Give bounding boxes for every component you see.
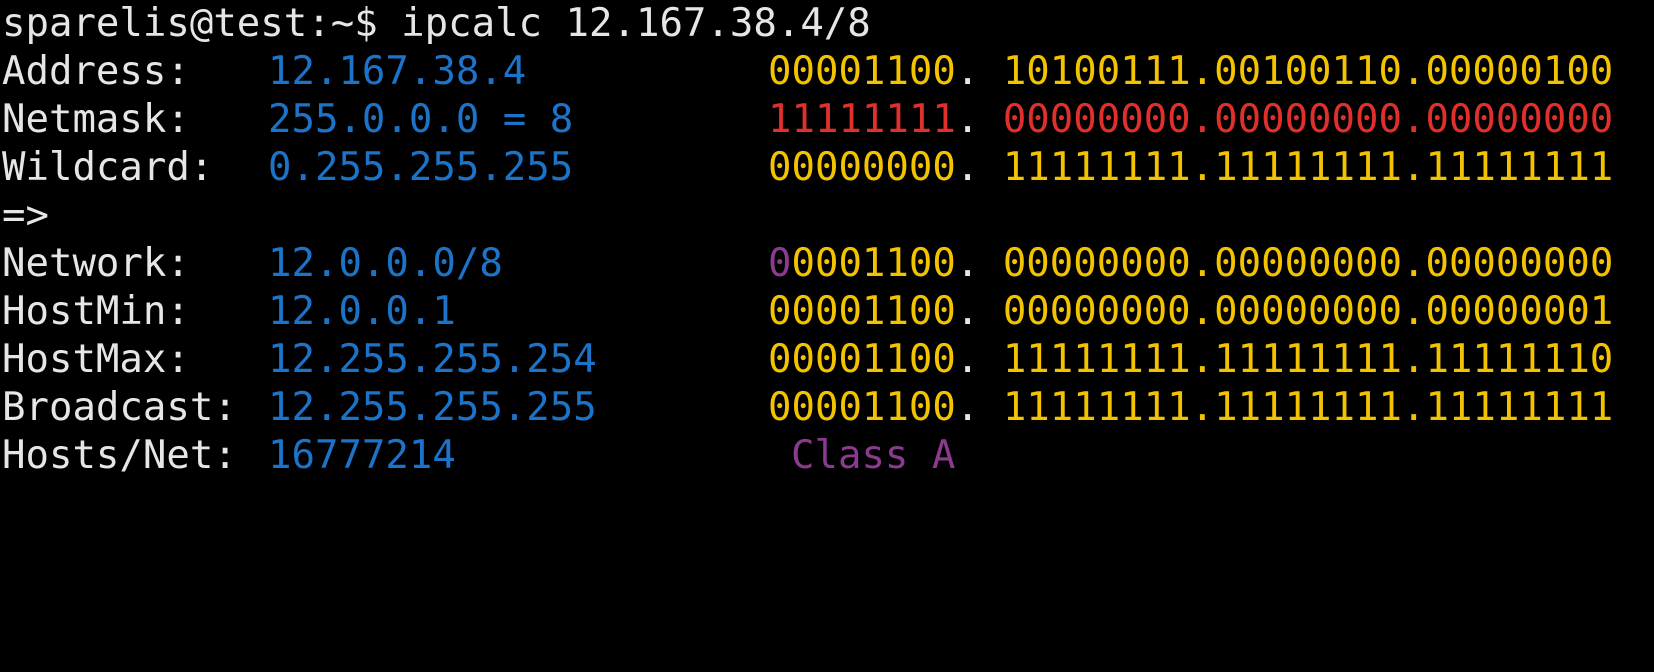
hostmin-binary-octet1: 00001100 — [768, 289, 956, 334]
netmask-value: 255.0.0.0 = 8 — [268, 97, 574, 142]
hostmax-binary: 00001100. 11111111.11111111.11111110 — [768, 336, 1613, 384]
broadcast-label: Broadcast: — [2, 385, 237, 430]
network-value: 12.0.0.0/8 — [268, 241, 503, 286]
address-row: Address: 12.167.38.4 00001100. 10100111.… — [0, 48, 1654, 96]
wildcard-binary-octet1: 00000000 — [768, 145, 956, 190]
netmask-label: Netmask: — [2, 97, 190, 142]
address-binary-rest: 10100111.00100110.00000100 — [1002, 49, 1614, 94]
hostmax-binary-rest: 11111111.11111111.11111110 — [1002, 337, 1614, 382]
hostmin-value: 12.0.0.1 — [268, 289, 456, 334]
netmask-binary: 11111111. 00000000.00000000.00000000 — [768, 96, 1613, 144]
hosts-label: Hosts/Net: — [2, 433, 237, 478]
hostmin-binary: 00001100. 00000000.00000000.00000001 — [768, 288, 1613, 336]
network-binary: 00001100. 00000000.00000000.00000000 — [768, 240, 1613, 288]
netmask-row: Netmask: 255.0.0.0 = 8 11111111. 0000000… — [0, 96, 1654, 144]
netmask-binary-separator: . — [955, 97, 1003, 142]
hostmax-binary-separator: . — [955, 337, 1003, 382]
wildcard-value: 0.255.255.255 — [268, 145, 574, 190]
netmask-binary-octet1: 11111111 — [768, 97, 956, 142]
broadcast-value: 12.255.255.255 — [268, 385, 597, 430]
network-class-label: Class A — [791, 433, 956, 478]
hostmin-label: HostMin: — [2, 289, 190, 334]
command-line: sparelis@test:~$ ipcalc 12.167.38.4/8 — [0, 0, 1654, 48]
network-class-bit: 0 — [768, 241, 792, 286]
hostmin-binary-separator: . — [955, 289, 1003, 334]
hostmax-value: 12.255.255.254 — [268, 337, 597, 382]
address-binary-octet1: 00001100 — [768, 49, 956, 94]
hosts-row: Hosts/Net: 16777214 Class A — [0, 432, 1654, 480]
network-binary-rest: 00000000.00000000.00000000 — [1002, 241, 1614, 286]
netmask-binary-rest: 00000000.00000000.00000000 — [1002, 97, 1614, 142]
hostmin-row: HostMin: 12.0.0.1 00001100. 00000000.000… — [0, 288, 1654, 336]
broadcast-binary-separator: . — [955, 385, 1003, 430]
wildcard-label: Wildcard: — [2, 145, 214, 190]
broadcast-binary-octet1: 00001100 — [768, 385, 956, 430]
arrow-row: => — [0, 192, 1654, 240]
wildcard-binary-rest: 11111111.11111111.11111111 — [1002, 145, 1614, 190]
broadcast-binary-rest: 11111111.11111111.11111111 — [1002, 385, 1614, 430]
wildcard-binary-separator: . — [955, 145, 1003, 190]
hostmin-binary-rest: 00000000.00000000.00000001 — [1002, 289, 1614, 334]
shell-prompt-command: sparelis@test:~$ ipcalc 12.167.38.4/8 — [2, 1, 871, 46]
wildcard-binary: 00000000. 11111111.11111111.11111111 — [768, 144, 1613, 192]
arrow-symbol: => — [2, 193, 49, 238]
terminal-window[interactable]: sparelis@test:~$ ipcalc 12.167.38.4/8 Ad… — [0, 0, 1654, 516]
wildcard-row: Wildcard: 0.255.255.255 00000000. 111111… — [0, 144, 1654, 192]
broadcast-row: Broadcast: 12.255.255.255 00001100. 1111… — [0, 384, 1654, 432]
address-binary: 00001100. 10100111.00100110.00000100 — [768, 48, 1613, 96]
broadcast-binary: 00001100. 11111111.11111111.11111111 — [768, 384, 1613, 432]
address-label: Address: — [2, 49, 190, 94]
hosts-value: 16777214 — [268, 433, 456, 478]
hostmax-label: HostMax: — [2, 337, 190, 382]
hostmax-row: HostMax: 12.255.255.254 00001100. 111111… — [0, 336, 1654, 384]
network-binary-separator: . — [955, 241, 1003, 286]
hostmax-binary-octet1: 00001100 — [768, 337, 956, 382]
network-row: Network: 12.0.0.0/8 00001100. 00000000.0… — [0, 240, 1654, 288]
network-label: Network: — [2, 241, 190, 286]
address-binary-separator: . — [955, 49, 1003, 94]
address-value: 12.167.38.4 — [268, 49, 527, 94]
network-binary-octet1: 0001100 — [791, 241, 956, 286]
